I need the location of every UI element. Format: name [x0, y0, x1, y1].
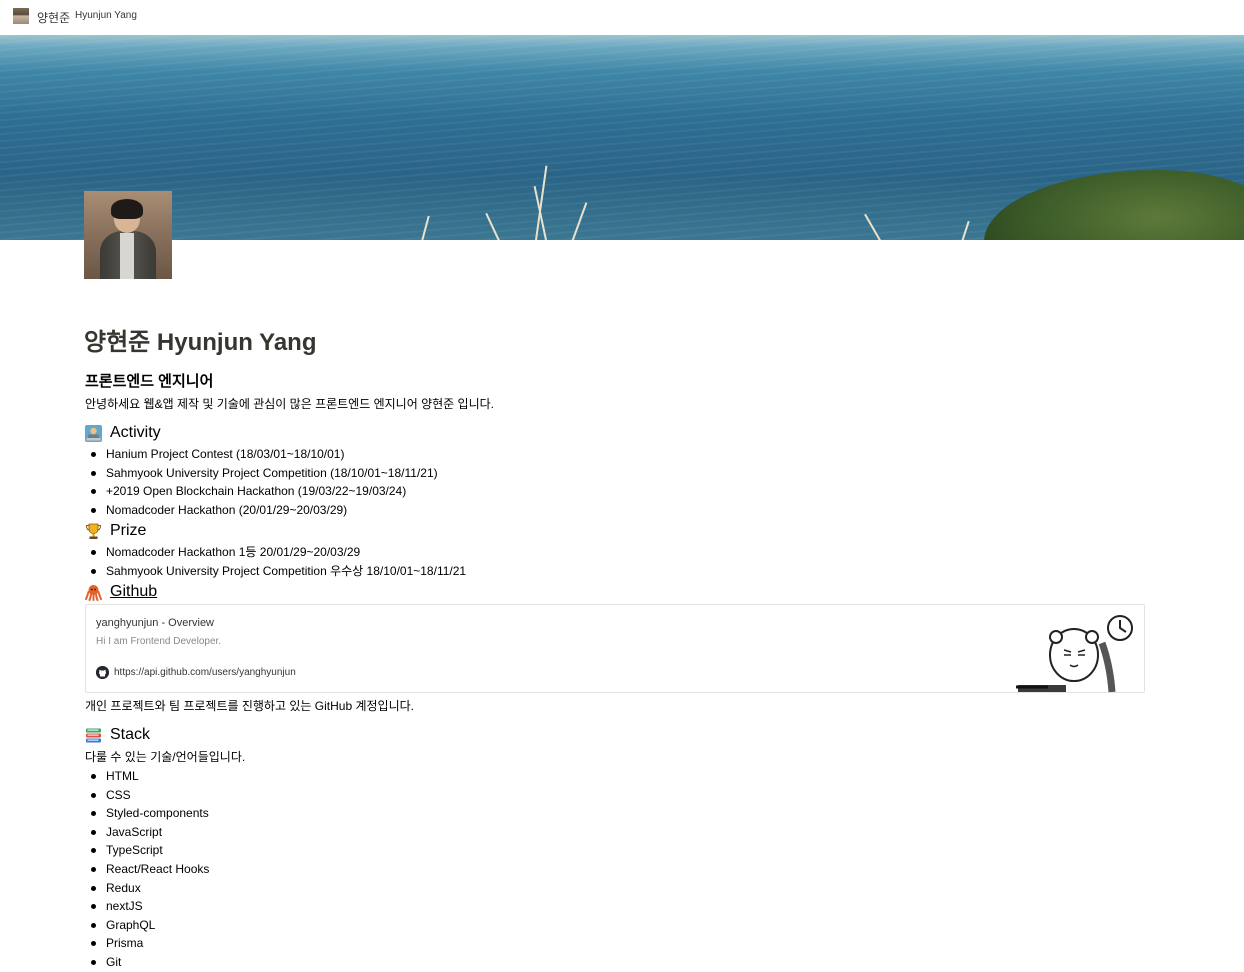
github-description: 개인 프로젝트와 팀 프로젝트를 진행하고 있는 GitHub 계정입니다.	[85, 699, 414, 713]
list-item: Styled-components	[85, 804, 209, 823]
stack-list: HTML CSS Styled-components JavaScript Ty…	[85, 767, 209, 972]
stack-heading-label: Stack	[110, 726, 151, 743]
list-item: GraphQL	[85, 916, 209, 935]
activity-list: Hanium Project Contest (18/03/01~18/10/0…	[85, 445, 438, 519]
photo-hair	[111, 199, 143, 219]
list-item: +2019 Open Blockchain Hackathon (19/03/2…	[85, 482, 438, 501]
list-item: React/React Hooks	[85, 860, 209, 879]
list-item: Sahmyook University Project Competition …	[85, 464, 438, 483]
list-item: nextJS	[85, 897, 209, 916]
person-at-computer-icon	[85, 424, 102, 442]
profile-photo	[84, 191, 172, 279]
prize-heading-label: Prize	[110, 522, 147, 539]
list-item: Redux	[85, 879, 209, 898]
prize-heading: Prize	[85, 522, 146, 540]
list-item: Nomadcoder Hackathon 1등 20/01/29~20/03/2…	[85, 543, 466, 562]
topbar: 양현준 Hyunjun Yang	[0, 0, 1244, 34]
breadcrumb-english-name[interactable]: Hyunjun Yang	[75, 10, 137, 21]
cover-image	[0, 35, 1244, 240]
list-item: Prisma	[85, 934, 209, 953]
page-title: 양현준 Hyunjun Yang	[84, 329, 317, 356]
bookmark-description: Hi I am Frontend Developer.	[96, 636, 222, 647]
github-logo-icon	[96, 666, 109, 679]
list-item: CSS	[85, 786, 209, 805]
stack-description: 다룰 수 있는 기술/언어들입니다.	[85, 750, 246, 764]
github-bookmark-card[interactable]: yanghyunjun - Overview Hi I am Frontend …	[85, 604, 1145, 693]
trophy-icon	[85, 523, 102, 540]
activity-heading: Activity	[85, 424, 161, 442]
github-heading-label[interactable]: Github	[110, 583, 157, 601]
page-subtitle: 프론트엔드 엔지니어	[85, 373, 214, 390]
bookmark-thumbnail	[1014, 605, 1144, 692]
stack-heading: Stack	[85, 726, 150, 744]
list-item: Git	[85, 953, 209, 972]
list-item: Hanium Project Contest (18/03/01~18/10/0…	[85, 445, 438, 464]
list-item: TypeScript	[85, 841, 209, 860]
activity-heading-label: Activity	[110, 424, 161, 441]
bookmark-url-text: https://api.github.com/users/yanghyunjun	[114, 667, 296, 678]
list-item: HTML	[85, 767, 209, 786]
bookmark-url: https://api.github.com/users/yanghyunjun	[96, 666, 296, 679]
books-icon	[85, 727, 102, 744]
breadcrumb-korean-name[interactable]: 양현준	[37, 9, 70, 26]
prize-list: Nomadcoder Hackathon 1등 20/01/29~20/03/2…	[85, 543, 466, 580]
photo-shirt	[120, 233, 134, 279]
list-item: Nomadcoder Hackathon (20/01/29~20/03/29)	[85, 501, 438, 520]
octopus-icon	[85, 584, 102, 601]
intro-text: 안녕하세요 웹&앱 제작 및 기술에 관심이 많은 프론트엔드 엔지니어 양현준…	[85, 397, 495, 411]
list-item: Sahmyook University Project Competition …	[85, 562, 466, 581]
github-heading-link[interactable]: Github	[85, 583, 157, 601]
bookmark-title: yanghyunjun - Overview	[96, 617, 215, 629]
list-item: JavaScript	[85, 823, 209, 842]
page-icon-avatar[interactable]	[13, 8, 29, 24]
